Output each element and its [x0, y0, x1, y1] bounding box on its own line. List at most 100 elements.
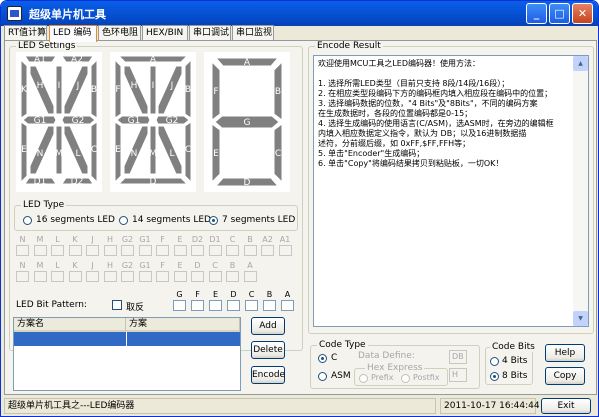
add-button[interactable]: Add: [251, 317, 285, 335]
bit-input-bits14-0[interactable]: [16, 271, 29, 282]
bit-input-bits16-3[interactable]: [68, 245, 82, 256]
vertical-scrollbar[interactable]: ▲ ▼: [573, 56, 588, 326]
bit-input-bits14-3[interactable]: [68, 271, 82, 282]
bit-input-bits16-9[interactable]: [173, 245, 187, 256]
app-window: 超级单片机工具 _ □ ✕ RT值计算 LED 编码 色环电阻 HEX/BIN …: [0, 0, 599, 417]
exit-button[interactable]: Exit: [541, 398, 591, 414]
tab-led-encode[interactable]: LED 编码: [49, 25, 97, 42]
tab-serial-monitor[interactable]: 串口监视: [232, 25, 274, 41]
bit-input-bits16-1[interactable]: [33, 245, 47, 256]
bit-input-bits16-4[interactable]: [86, 245, 99, 256]
label-7-segment: 7 segments LED: [222, 215, 296, 225]
column-header-scheme[interactable]: 方案: [126, 318, 240, 332]
bit-input-bits16-12[interactable]: [226, 245, 239, 256]
seg7-label-c: C: [275, 149, 281, 159]
bit-input-bits7-2[interactable]: [209, 300, 222, 311]
bit-input-bits7-5[interactable]: [263, 300, 276, 311]
bit-label-bits14-4: J: [91, 261, 94, 270]
selected-row[interactable]: [14, 332, 240, 346]
bit-input-bits14-11[interactable]: [208, 271, 222, 282]
data-define-label: Data Define:: [358, 351, 415, 361]
bit-input-bits14-7[interactable]: [138, 271, 152, 282]
seg14-label-d: D: [150, 177, 157, 187]
bit-input-bits14-8[interactable]: [156, 271, 169, 282]
bit-label-bits14-10: D: [194, 261, 201, 270]
encode-button[interactable]: Encode: [251, 366, 285, 384]
bit-label-bits14-3: K: [72, 261, 78, 270]
bit-input-bits14-13[interactable]: [243, 271, 257, 282]
bit-label-bits14-11: C: [212, 261, 218, 270]
bit-input-bits16-14[interactable]: [261, 245, 274, 256]
tab-rt-calc[interactable]: RT值计算: [4, 25, 47, 41]
bit-input-bits16-15[interactable]: [278, 245, 292, 256]
maximize-button[interactable]: □: [549, 3, 570, 24]
encode-result-textarea[interactable]: 欢迎使用MCU工具之LED编码器！使用方法： 1. 选择所需LED类型（目前只支持…: [313, 55, 589, 327]
invert-checkbox[interactable]: [112, 300, 122, 310]
bit-label-bits16-10: D2: [191, 235, 204, 244]
seg14-label-c: C: [185, 145, 191, 155]
seg16-label-b: B: [91, 85, 97, 95]
bit-input-bits16-11[interactable]: [208, 245, 222, 256]
copy-button[interactable]: Copy: [545, 367, 585, 385]
bit-input-bits7-0[interactable]: [173, 300, 186, 311]
scheme-list[interactable]: 方案名 方案: [13, 317, 241, 391]
radio-14-segment[interactable]: [119, 216, 128, 225]
result-line: 在生成数据时，各段的位置编码都是0-15；: [318, 109, 473, 118]
hex-express-input[interactable]: H: [449, 368, 467, 382]
scroll-down-icon[interactable]: ▼: [573, 311, 588, 326]
radio-postfix[interactable]: [401, 374, 410, 383]
bit-input-bits14-12[interactable]: [226, 271, 239, 282]
bit-label-bits16-6: G2: [121, 235, 134, 244]
bit-input-bits14-5[interactable]: [103, 271, 117, 282]
bit-input-bits7-1[interactable]: [191, 300, 204, 311]
bit-input-bits16-8[interactable]: [156, 245, 169, 256]
bit-label-bits7-5: B: [266, 290, 273, 299]
bit-label-bits14-0: N: [19, 261, 26, 270]
bit-input-bits16-2[interactable]: [51, 245, 64, 256]
bit-input-bits16-7[interactable]: [138, 245, 152, 256]
delete-button[interactable]: Delete: [251, 341, 285, 359]
led-settings-label: LED Settings: [16, 41, 78, 51]
radio-4-bits[interactable]: [490, 357, 499, 366]
radio-prefix[interactable]: [359, 374, 368, 383]
label-code-c: C: [331, 353, 338, 363]
bit-input-bits7-3[interactable]: [227, 300, 240, 311]
radio-16-segment[interactable]: [23, 216, 32, 225]
help-button[interactable]: Help: [545, 344, 585, 362]
bit-input-bits16-10[interactable]: [191, 245, 204, 256]
data-define-input[interactable]: DB: [449, 350, 467, 364]
minimize-button[interactable]: _: [526, 3, 547, 24]
bit-label-bits14-2: L: [55, 261, 60, 270]
bit-input-bits7-6[interactable]: [281, 300, 294, 311]
tab-color-resistor[interactable]: 色环电阻: [98, 25, 141, 41]
bit-label-bits7-6: A: [284, 290, 291, 299]
radio-7-segment[interactable]: [209, 216, 218, 225]
seg14-label-m: M: [149, 149, 157, 159]
seg7-label-b: B: [275, 87, 281, 97]
scroll-up-icon[interactable]: ▲: [573, 56, 588, 71]
label-4-bits: 4 Bits: [502, 356, 528, 366]
bit-input-bits14-2[interactable]: [51, 271, 64, 282]
radio-code-asm[interactable]: [318, 372, 327, 381]
bit-input-bits7-4[interactable]: [245, 300, 258, 311]
tab-serial-debug[interactable]: 串口调试: [189, 25, 231, 41]
bit-label-bits14-1: M: [36, 261, 44, 270]
bit-input-bits16-5[interactable]: [103, 245, 117, 256]
radio-code-c[interactable]: [318, 354, 327, 363]
bit-input-bits14-10[interactable]: [191, 271, 204, 282]
tab-hex-bin[interactable]: HEX/BIN: [142, 25, 188, 41]
radio-8-bits[interactable]: [490, 372, 499, 381]
bit-label-bits16-15: A1: [279, 235, 291, 244]
bit-input-bits14-1[interactable]: [33, 271, 47, 282]
bit-input-bits16-13[interactable]: [243, 245, 257, 256]
bit-input-bits14-6[interactable]: [121, 271, 134, 282]
bit-input-bits14-4[interactable]: [86, 271, 99, 282]
bit-input-bits16-6[interactable]: [121, 245, 134, 256]
bit-input-bits16-0[interactable]: [16, 245, 29, 256]
column-header-name[interactable]: 方案名: [14, 318, 126, 332]
title-bar[interactable]: 超级单片机工具 _ □ ✕: [1, 1, 598, 26]
status-datetime: 2011-10-17 16:44:44: [440, 398, 540, 414]
bit-input-bits14-9[interactable]: [173, 271, 187, 282]
close-button[interactable]: ✕: [572, 3, 593, 24]
seg16-label-c: C: [91, 145, 97, 155]
